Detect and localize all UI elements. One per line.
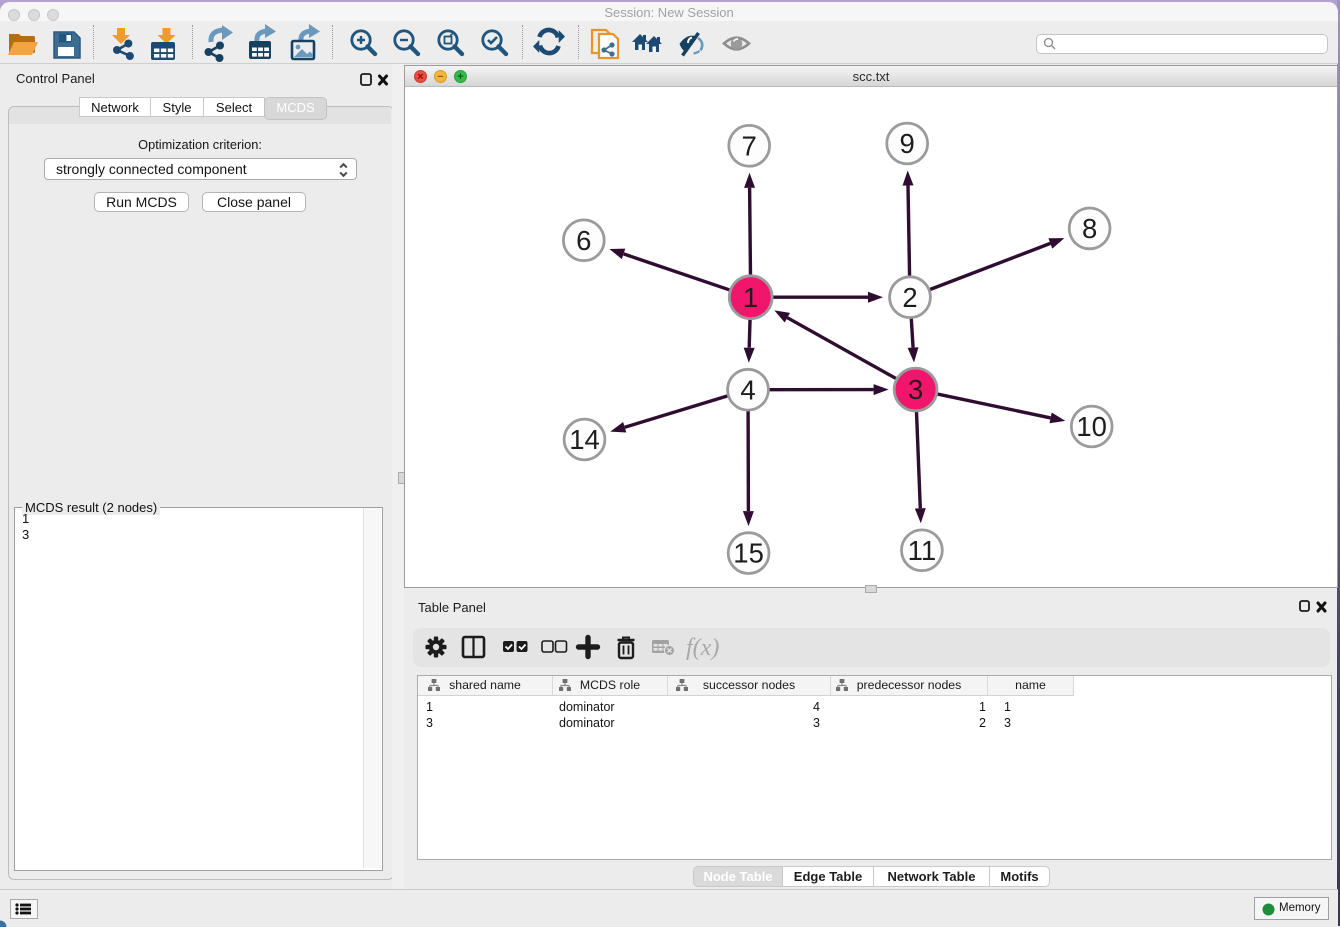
svg-text:4: 4 <box>740 374 755 405</box>
svg-text:9: 9 <box>900 128 915 159</box>
svg-text:f(x): f(x) <box>686 635 719 661</box>
svg-text:2: 2 <box>902 282 917 313</box>
svg-text:14: 14 <box>569 424 600 455</box>
svg-text:7: 7 <box>742 130 757 161</box>
svg-text:6: 6 <box>576 225 591 256</box>
svg-text:8: 8 <box>1082 213 1097 244</box>
svg-text:1: 1 <box>743 282 758 313</box>
svg-text:11: 11 <box>908 535 937 566</box>
svg-text:10: 10 <box>1076 411 1107 442</box>
svg-text:15: 15 <box>733 538 764 569</box>
svg-text:3: 3 <box>908 374 923 405</box>
